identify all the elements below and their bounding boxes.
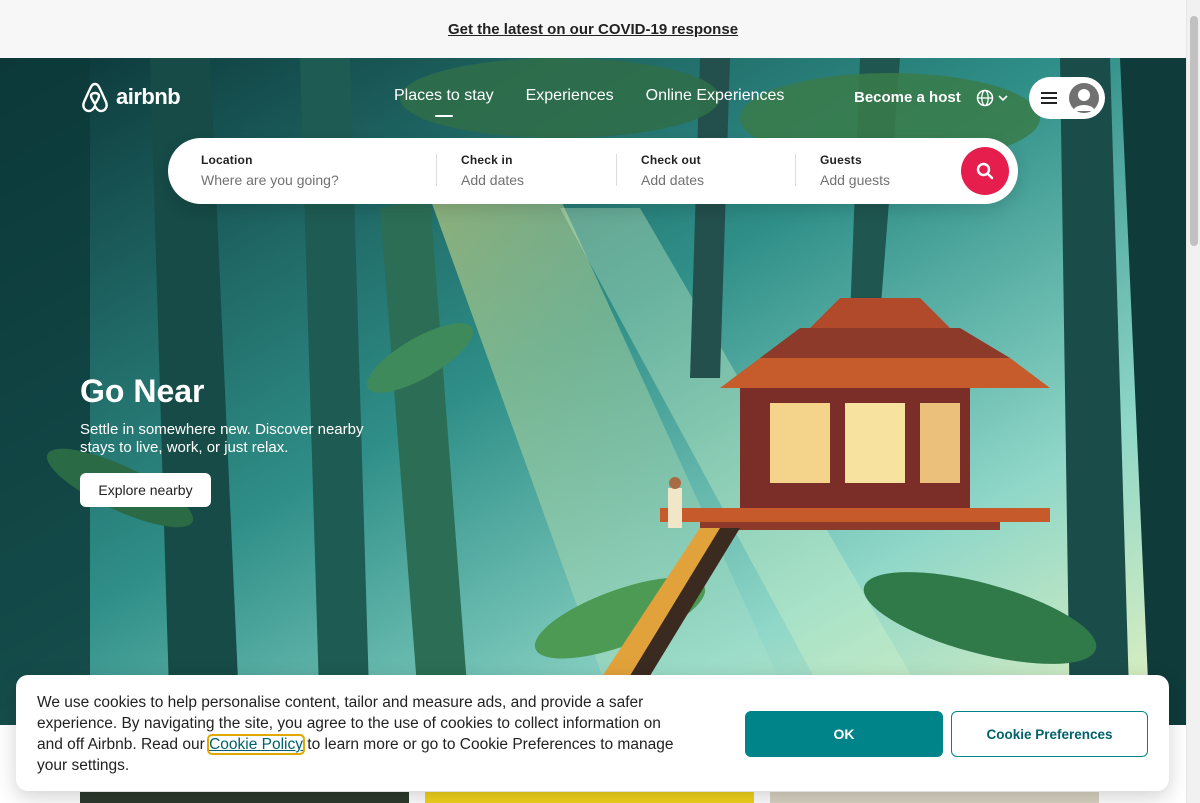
hamburger-icon bbox=[1041, 89, 1057, 107]
become-a-host-link[interactable]: Become a host bbox=[854, 89, 961, 106]
search-button[interactable] bbox=[961, 147, 1009, 195]
hero-title: Go Near bbox=[80, 373, 205, 409]
nav-online-experiences[interactable]: Online Experiences bbox=[646, 87, 785, 105]
explore-nearby-button[interactable]: Explore nearby bbox=[80, 473, 211, 507]
guests-field[interactable]: Guests Add guests bbox=[820, 153, 890, 188]
globe-icon bbox=[976, 89, 994, 107]
main-nav: Places to stay Experiences Online Experi… bbox=[394, 87, 785, 117]
search-icon bbox=[976, 162, 994, 180]
card-image[interactable] bbox=[770, 792, 1099, 803]
airbnb-logo-icon bbox=[82, 82, 108, 113]
check-out-field[interactable]: Check out Add dates bbox=[641, 153, 704, 188]
covid-banner: Get the latest on our COVID-19 response bbox=[0, 0, 1186, 58]
hero-subtitle: Settle in somewhere new. Discover nearby… bbox=[80, 421, 364, 456]
check-in-value: Add dates bbox=[461, 172, 525, 188]
cookie-ok-button[interactable]: OK bbox=[745, 711, 943, 757]
nav-experiences[interactable]: Experiences bbox=[526, 87, 614, 105]
check-in-field[interactable]: Check in Add dates bbox=[461, 153, 524, 188]
chevron-down-icon bbox=[998, 95, 1008, 102]
scrollbar-thumb[interactable] bbox=[1190, 16, 1198, 246]
page-scrollbar[interactable] bbox=[1186, 0, 1200, 803]
check-out-value: Add dates bbox=[641, 172, 705, 188]
location-label: Location bbox=[201, 153, 253, 167]
location-field[interactable]: Location bbox=[201, 153, 401, 190]
guests-label: Guests bbox=[820, 153, 862, 167]
cookie-consent-panel: We use cookies to help personalise conte… bbox=[16, 675, 1169, 791]
divider bbox=[616, 154, 617, 186]
user-menu-button[interactable] bbox=[1029, 77, 1105, 119]
divider bbox=[795, 154, 796, 186]
guests-value: Add guests bbox=[820, 172, 891, 188]
cookie-message: We use cookies to help personalise conte… bbox=[37, 692, 687, 776]
cookie-preferences-button[interactable]: Cookie Preferences bbox=[951, 711, 1148, 757]
logo-wordmark: airbnb bbox=[116, 84, 181, 109]
user-avatar-icon bbox=[1069, 83, 1099, 113]
check-in-label: Check in bbox=[461, 153, 513, 167]
search-bar: Location Check in Add dates Check out Ad… bbox=[168, 138, 1018, 204]
airbnb-logo[interactable]: airbnb bbox=[80, 81, 181, 113]
divider bbox=[436, 154, 437, 186]
nav-places-to-stay[interactable]: Places to stay bbox=[394, 87, 494, 117]
hero-section: airbnb Places to stay Experiences Online… bbox=[0, 58, 1186, 725]
location-input[interactable] bbox=[201, 172, 401, 188]
language-selector[interactable] bbox=[976, 87, 1012, 109]
card-image[interactable] bbox=[425, 792, 754, 803]
covid-response-link[interactable]: Get the latest on our COVID-19 response bbox=[448, 21, 738, 38]
card-image[interactable] bbox=[80, 792, 409, 803]
cookie-policy-link[interactable]: Cookie Policy bbox=[207, 734, 305, 755]
check-out-label: Check out bbox=[641, 153, 701, 167]
